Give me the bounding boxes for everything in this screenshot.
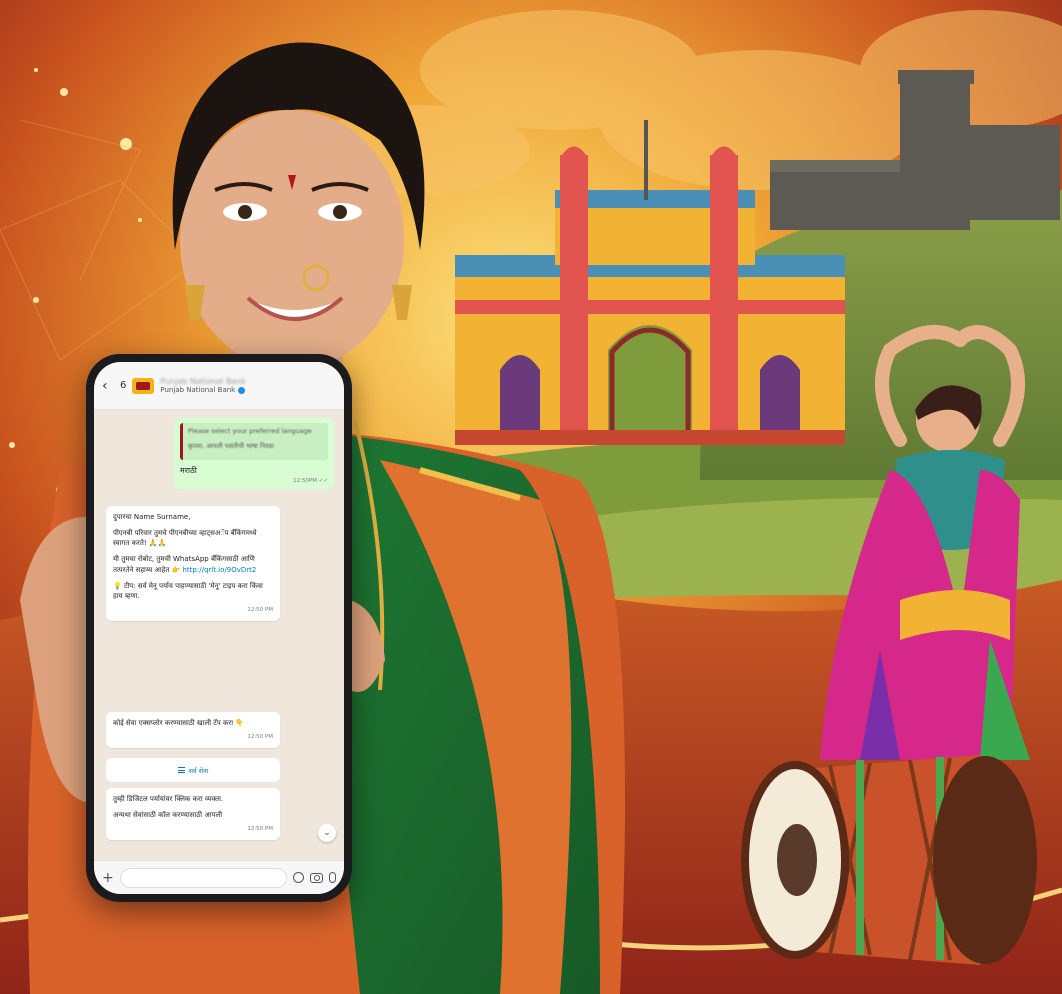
greeting-line: दुपारचा Name Surname, bbox=[113, 513, 191, 521]
chat-messages[interactable]: Please select your preferred language कृ… bbox=[94, 410, 344, 860]
promo-banner: ‹ 6 Punjab National Bank Punjab National… bbox=[0, 0, 1062, 994]
camera-icon[interactable] bbox=[310, 872, 323, 883]
last-message: तुम्ही डिजिटल पर्यायांवर क्लिक करा व्यक्… bbox=[106, 788, 280, 841]
dhol-drum bbox=[741, 755, 1037, 965]
last-line-1: तुम्ही डिजिटल पर्यायांवर क्लिक करा व्यक्… bbox=[113, 795, 224, 803]
message-input[interactable] bbox=[120, 867, 287, 888]
mic-icon[interactable] bbox=[329, 872, 336, 883]
message-time: 12:50PM ✓✓ bbox=[293, 478, 328, 484]
welcome-line-2: मी तुमचा रोबोट, तुमची WhatsApp बँकिंगसाठ… bbox=[113, 554, 273, 574]
welcome-link[interactable]: http://qrlt.io/9OvDrt2 bbox=[183, 566, 257, 574]
unread-count: 6 bbox=[120, 380, 127, 391]
welcome-tip: 💡 टीप: सर्व मेनू पर्याय पाहण्यासाठी 'मेन… bbox=[113, 581, 263, 600]
scroll-down-icon[interactable]: ⌄ bbox=[318, 824, 336, 842]
verified-badge-icon bbox=[238, 386, 246, 394]
chat-header: ‹ 6 Punjab National Bank Punjab National… bbox=[94, 362, 344, 410]
welcome-message: दुपारचा Name Surname, पीएनबी परिवार तुमच… bbox=[106, 506, 280, 621]
all-services-button[interactable]: सर्व सेवा bbox=[106, 758, 280, 782]
contact-name: Punjab National Bank bbox=[160, 376, 246, 386]
outgoing-message: Please select your preferred language कृ… bbox=[174, 418, 334, 489]
prompt-text: कोई सेवा एक्सप्लोर करण्यासाठी खाली टॅप क… bbox=[113, 719, 244, 727]
pnb-logo-icon bbox=[132, 377, 155, 394]
last-line-2: अन्यथा सेवांसाठी कॉल करण्यासाठी आपली bbox=[113, 811, 223, 820]
message-time: 12:50 PM bbox=[247, 826, 273, 833]
sticker-icon[interactable] bbox=[293, 872, 304, 883]
prompt-message: कोई सेवा एक्सप्लोर करण्यासाठी खाली टॅप क… bbox=[106, 712, 280, 749]
list-icon bbox=[177, 767, 185, 773]
contact-subtitle-text: Punjab National Bank bbox=[160, 386, 236, 395]
plus-icon[interactable]: + bbox=[102, 870, 114, 886]
contact-info[interactable]: Punjab National Bank Punjab National Ban… bbox=[160, 377, 246, 394]
contact-subtitle: Punjab National Bank bbox=[160, 386, 246, 394]
chat-input-bar: + bbox=[94, 860, 344, 894]
quote-line-1: Please select your preferred language bbox=[188, 427, 312, 435]
reply-text: मराठी bbox=[180, 466, 197, 475]
quote-line-2: कृपया, आपली पसंतीची भाषा निवडा bbox=[188, 442, 274, 450]
whatsapp-chat-screen: ‹ 6 Punjab National Bank Punjab National… bbox=[94, 362, 344, 894]
back-arrow-icon[interactable]: ‹ bbox=[102, 378, 114, 394]
phone-mockup: ‹ 6 Punjab National Bank Punjab National… bbox=[86, 354, 352, 902]
welcome-line-1: पीएनबी परिवार तुमचे पीएनबीच्या व्हाट्सअॅ… bbox=[113, 529, 257, 548]
quoted-message[interactable]: Please select your preferred language कृ… bbox=[180, 423, 328, 460]
message-time: 12:50 PM bbox=[247, 734, 273, 741]
all-services-label: सर्व सेवा bbox=[188, 766, 209, 775]
message-time: 12:50 PM bbox=[247, 606, 273, 613]
